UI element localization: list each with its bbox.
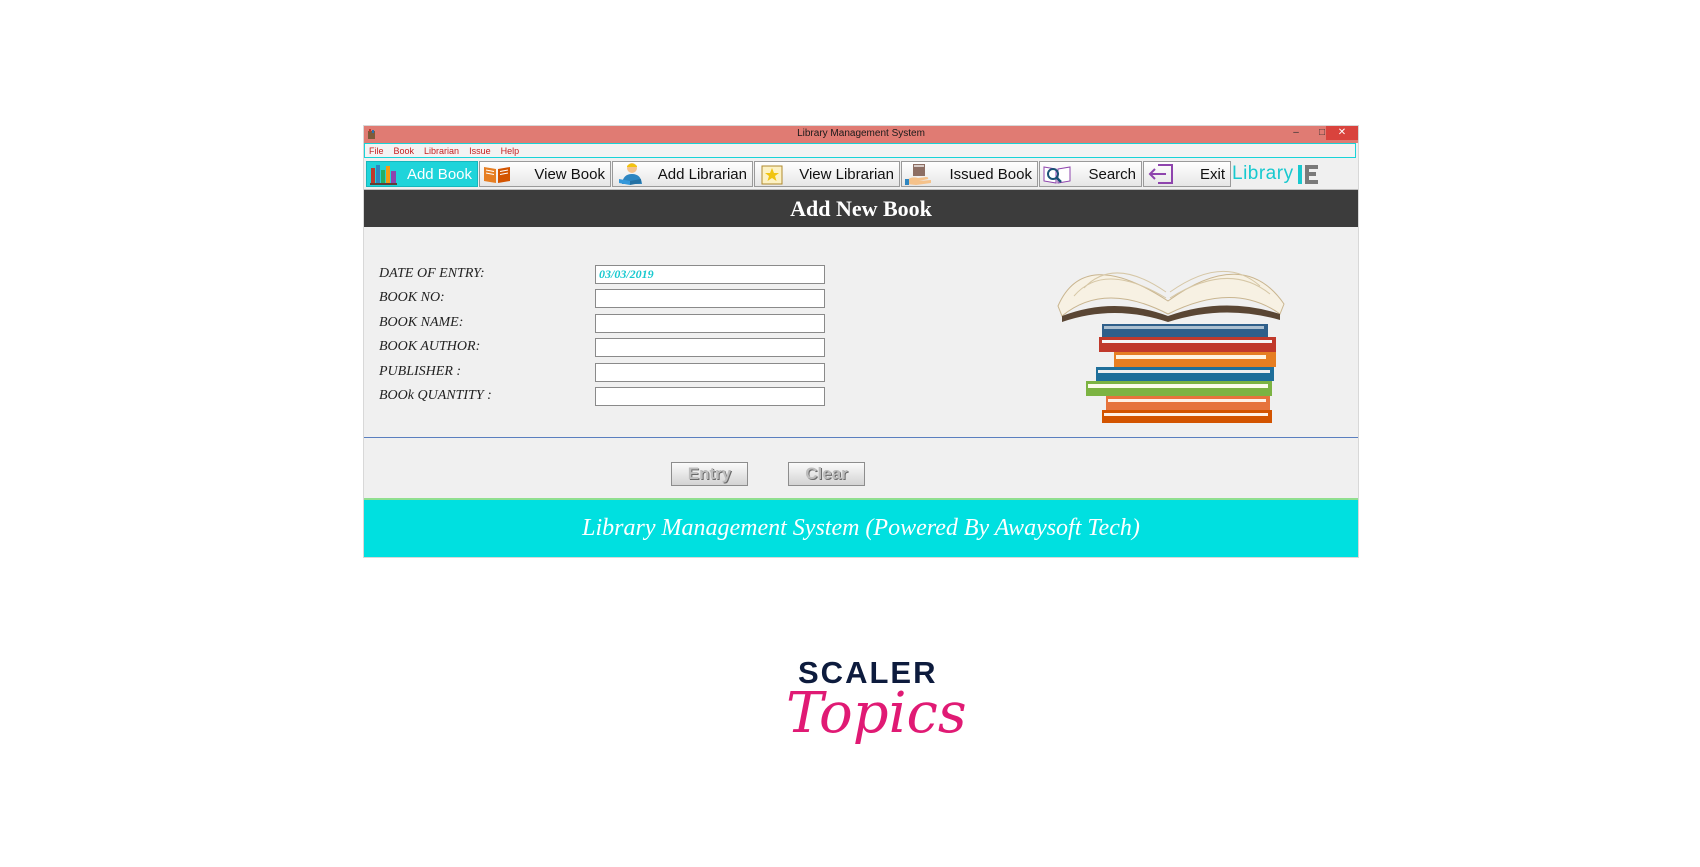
add-librarian-button[interactable]: Add Librarian	[612, 161, 753, 187]
library-logo-icon	[1297, 165, 1318, 184]
exit-arrow-icon	[1148, 164, 1173, 184]
date-of-entry-label: DATE OF ENTRY:	[379, 266, 485, 281]
footer-banner: Library Management System (Powered By Aw…	[364, 498, 1358, 557]
date-of-entry-input[interactable]	[595, 265, 825, 284]
brand-text: Library	[1232, 163, 1294, 184]
exit-label: Exit	[1199, 165, 1225, 183]
open-book-icon	[484, 167, 510, 183]
clear-button[interactable]: Clear	[788, 462, 865, 486]
search-label: Search	[1088, 165, 1136, 183]
book-name-input[interactable]	[595, 314, 825, 333]
page-header: Add New Book	[364, 190, 1358, 227]
book-quantity-label: BOOk QUANTITY :	[379, 388, 492, 403]
hand-book-icon	[905, 164, 931, 185]
close-button[interactable]: ✕	[1326, 126, 1358, 140]
search-button[interactable]: Search	[1039, 161, 1142, 187]
book-no-label: BOOK NO:	[379, 290, 445, 305]
menu-issue[interactable]: Issue	[469, 146, 491, 156]
menu-file[interactable]: File	[369, 146, 384, 156]
book-no-input[interactable]	[595, 289, 825, 308]
library-brand: Library	[1232, 161, 1322, 187]
book-author-input[interactable]	[595, 338, 825, 357]
app-window: Library Management System ‒ □ ✕ File Boo…	[364, 126, 1358, 557]
exit-button[interactable]: Exit	[1143, 161, 1231, 187]
add-book-label: Add Book	[406, 165, 472, 183]
book-name-label: BOOK NAME:	[379, 315, 464, 330]
view-book-label: View Book	[534, 165, 605, 183]
publisher-input[interactable]	[595, 363, 825, 382]
logo-topics-text: Topics	[786, 681, 967, 746]
publisher-label: PUBLISHER :	[379, 364, 462, 379]
form-divider	[364, 437, 1358, 438]
issued-book-button[interactable]: Issued Book	[901, 161, 1038, 187]
book-search-icon	[1043, 166, 1071, 184]
scaler-topics-logo: SCALER Topics	[786, 655, 967, 785]
entry-button[interactable]: Entry	[671, 462, 748, 486]
view-librarian-button[interactable]: View Librarian	[754, 161, 900, 187]
title-bar[interactable]: Library Management System ‒ □ ✕	[364, 126, 1358, 143]
book-author-label: BOOK AUTHOR:	[379, 339, 481, 354]
menu-help[interactable]: Help	[501, 146, 520, 156]
book-star-icon	[761, 165, 783, 185]
book-stack-image	[1057, 270, 1285, 423]
menu-librarian[interactable]: Librarian	[424, 146, 459, 156]
menu-bar: File Book Librarian Issue Help	[364, 143, 1356, 158]
book-quantity-input[interactable]	[595, 387, 825, 406]
add-book-button[interactable]: Add Book	[366, 161, 478, 187]
add-librarian-label: Add Librarian	[657, 165, 747, 183]
menu-book[interactable]: Book	[394, 146, 415, 156]
view-book-button[interactable]: View Book	[479, 161, 611, 187]
view-librarian-label: View Librarian	[799, 165, 894, 183]
page-title: Add New Book	[790, 195, 932, 221]
person-reading-icon	[619, 163, 642, 185]
screen: Library Management System ‒ □ ✕ File Boo…	[0, 0, 1700, 867]
window-title: Library Management System	[797, 128, 925, 139]
footer-text: Library Management System (Powered By Aw…	[582, 515, 1140, 541]
minimize-button[interactable]: ‒	[1284, 126, 1308, 140]
issued-book-label: Issued Book	[949, 165, 1032, 183]
toolbar: Add Book View Book Add Librarian View Li…	[364, 159, 1358, 190]
books-icon	[370, 165, 397, 185]
